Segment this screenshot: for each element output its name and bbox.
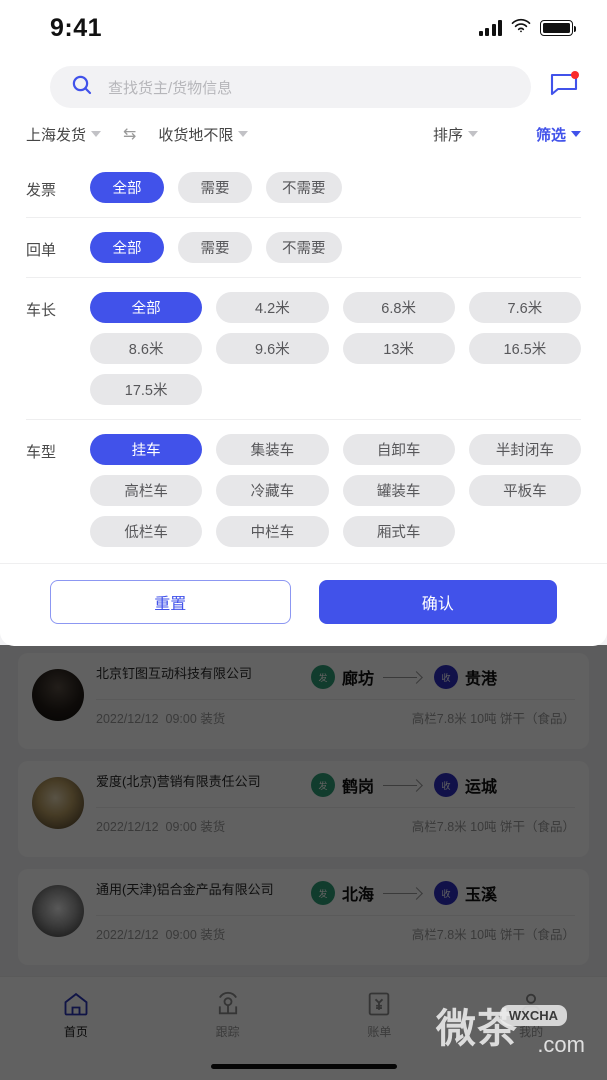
message-button[interactable] xyxy=(545,68,583,106)
chip-option[interactable]: 罐装车 xyxy=(342,475,455,506)
filter-group-invoice: 发票 全部 需要 不需要 xyxy=(26,158,581,218)
wifi-icon xyxy=(511,18,531,38)
chip-option[interactable]: 6.8米 xyxy=(342,292,455,323)
chip-option[interactable]: 半封闭车 xyxy=(468,434,581,465)
chevron-down-icon xyxy=(571,131,581,137)
chip-option[interactable]: 集装车 xyxy=(216,434,329,465)
chip-option[interactable]: 16.5米 xyxy=(468,333,581,364)
swap-arrows-icon[interactable]: ⇆ xyxy=(123,124,136,144)
origin-dropdown[interactable]: 上海发货 xyxy=(26,124,102,145)
quick-filter-row: 上海发货 ⇆ 收货地不限 排序 筛选 xyxy=(0,112,607,158)
signal-bars-icon xyxy=(478,20,502,36)
chip-option[interactable]: 4.2米 xyxy=(216,292,329,323)
chevron-down-icon xyxy=(238,131,249,137)
chip-option[interactable]: 自卸车 xyxy=(342,434,455,465)
chip-option[interactable]: 平板车 xyxy=(468,475,581,506)
filter-group-vehicle-length: 车长 全部 4.2米 6.8米 7.6米 8.6米 9.6米 13米 16.5米… xyxy=(26,278,581,420)
chip-list: 全部 4.2米 6.8米 7.6米 8.6米 9.6米 13米 16.5米 17… xyxy=(90,292,581,405)
modal-dim-overlay[interactable] xyxy=(0,645,607,1080)
chip-option[interactable]: 挂车 xyxy=(90,434,203,465)
chip-list: 全部 需要 不需要 xyxy=(90,172,581,203)
confirm-button[interactable]: 确认 xyxy=(318,580,557,624)
destination-dropdown[interactable]: 收货地不限 xyxy=(158,124,249,145)
group-label: 车型 xyxy=(26,444,57,461)
chip-option[interactable]: 8.6米 xyxy=(90,333,203,364)
search-row: 查找货主/货物信息 xyxy=(0,56,607,112)
status-bar: 9:41 xyxy=(0,0,607,56)
search-placeholder: 查找货主/货物信息 xyxy=(108,79,233,97)
chip-option[interactable]: 7.6米 xyxy=(468,292,581,323)
search-input[interactable]: 查找货主/货物信息 xyxy=(50,66,531,108)
chip-list: 全部 需要 不需要 xyxy=(90,232,581,263)
chip-option[interactable]: 需要 xyxy=(178,232,252,263)
filter-dropdown[interactable]: 筛选 xyxy=(536,124,581,145)
chevron-down-icon xyxy=(91,131,102,137)
filter-groups: 发票 全部 需要 不需要 回单 全部 需要 不需要 车长 全部 4.2米 6.8… xyxy=(0,158,607,563)
chip-option[interactable]: 高栏车 xyxy=(90,475,203,506)
chip-option[interactable]: 需要 xyxy=(178,172,252,203)
filter-dropdown-label: 筛选 xyxy=(535,126,566,144)
watermark-domain: .com xyxy=(537,1032,585,1057)
unread-badge xyxy=(571,71,579,79)
chip-option[interactable]: 不需要 xyxy=(266,172,342,203)
filter-group-vehicle-type: 车型 挂车 集装车 自卸车 半封闭车 高栏车 冷藏车 罐装车 平板车 低栏车 中… xyxy=(26,420,581,561)
chip-option[interactable]: 全部 xyxy=(90,232,164,263)
group-label: 回单 xyxy=(26,242,57,259)
search-icon xyxy=(70,73,94,102)
destination-dropdown-label: 收货地不限 xyxy=(158,126,234,144)
chip-option[interactable]: 冷藏车 xyxy=(216,475,329,506)
chip-option[interactable]: 17.5米 xyxy=(90,374,203,405)
group-label: 车长 xyxy=(26,302,57,319)
battery-full-icon xyxy=(540,20,576,36)
filter-actions: 重置 确认 xyxy=(0,563,607,646)
sort-dropdown[interactable]: 排序 xyxy=(433,124,478,145)
chip-option[interactable]: 13米 xyxy=(342,333,455,364)
origin-dropdown-label: 上海发货 xyxy=(26,126,87,144)
chip-option[interactable]: 全部 xyxy=(90,172,164,203)
group-label: 发票 xyxy=(26,182,57,199)
chip-option[interactable]: 9.6米 xyxy=(216,333,329,364)
sort-dropdown-label: 排序 xyxy=(432,126,463,144)
chip-list: 挂车 集装车 自卸车 半封闭车 高栏车 冷藏车 罐装车 平板车 低栏车 中栏车 … xyxy=(90,434,581,547)
status-clock: 9:41 xyxy=(50,13,103,42)
chip-option[interactable]: 低栏车 xyxy=(90,516,203,547)
filter-panel: 9:41 查找货主/货物信息 上海发货 ⇆ 收货地不限 排序 筛选 发票 全部 … xyxy=(0,0,607,646)
chip-option[interactable]: 中栏车 xyxy=(216,516,329,547)
chevron-down-icon xyxy=(467,131,478,137)
reset-button[interactable]: 重置 xyxy=(50,580,291,624)
chip-option[interactable]: 厢式车 xyxy=(342,516,455,547)
filter-group-receipt: 回单 全部 需要 不需要 xyxy=(26,218,581,278)
chip-option[interactable]: 全部 xyxy=(90,292,203,323)
chip-option[interactable]: 不需要 xyxy=(266,232,342,263)
